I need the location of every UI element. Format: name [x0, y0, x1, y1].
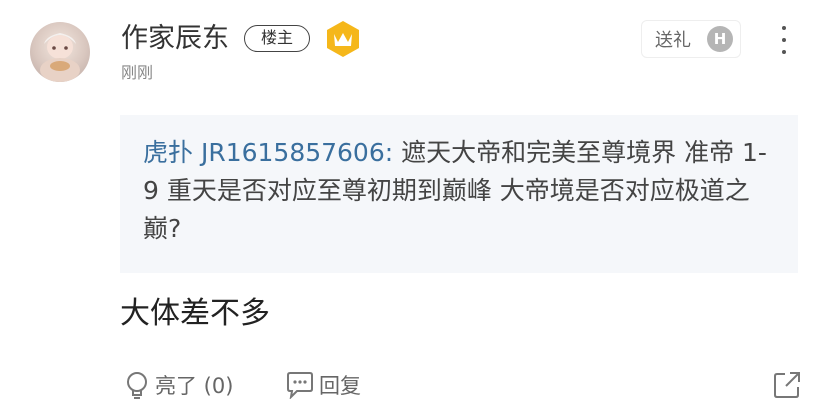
- more-icon[interactable]: [774, 26, 794, 54]
- lightbulb-icon: [127, 372, 147, 399]
- gift-button-label: 送礼: [655, 30, 691, 51]
- post-time: 刚刚: [121, 63, 154, 82]
- comment-icon: [287, 372, 313, 399]
- quoted-user[interactable]: 虎扑 JR1615857606:: [143, 138, 393, 167]
- gift-button[interactable]: 送礼 H: [641, 20, 741, 58]
- op-badge: 楼主: [244, 25, 310, 52]
- author-name[interactable]: 作家辰东: [121, 21, 229, 57]
- quoted-comment: 虎扑 JR1615857606: 遮天大帝和完美至尊境界 准帝 1-9 重天是否…: [120, 115, 798, 273]
- crown-badge-icon: [324, 20, 362, 58]
- like-button[interactable]: 亮了 (0): [123, 368, 233, 402]
- avatar[interactable]: [30, 22, 90, 82]
- like-label: 亮了 (0): [155, 374, 234, 398]
- reply-label: 回复: [319, 374, 361, 398]
- reply-button[interactable]: 回复: [285, 368, 361, 402]
- share-icon[interactable]: [772, 370, 802, 400]
- coin-icon: H: [707, 26, 733, 52]
- reply-text: 大体差不多: [120, 296, 270, 331]
